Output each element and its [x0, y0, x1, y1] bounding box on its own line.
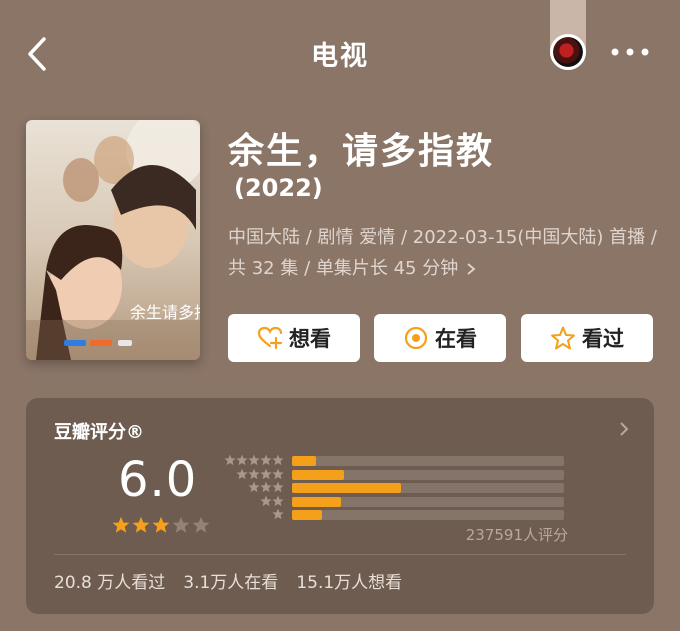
rating-bar-track [292, 496, 564, 507]
star-level-4 [224, 468, 284, 481]
star-small-icon [236, 454, 248, 466]
star-small-icon [260, 495, 272, 506]
star-small-icon [272, 468, 284, 479]
rating-bar-fill [292, 510, 322, 520]
user-avatar[interactable] [550, 34, 586, 70]
watching-count[interactable]: 3.1万人在看 [183, 568, 278, 593]
star-outline-icon [551, 326, 575, 350]
star-small-icon [248, 468, 260, 479]
star-filled-icon [112, 516, 130, 533]
want-label: 想看 [289, 327, 331, 351]
star-small-icon [260, 454, 272, 466]
rating-bar-1-star [224, 508, 568, 521]
watched-label: 看过 [582, 327, 624, 351]
rating-bar-fill [292, 456, 317, 466]
watched-count[interactable]: 20.8 万人看过 [54, 568, 165, 593]
show-meta-info[interactable]: 中国大陆 / 剧情 爱情 / 2022-03-15(中国大陆) 首播 / 共 3… [228, 222, 660, 284]
top-nav-bar: 电视 [0, 0, 680, 100]
rating-bar-fill [292, 483, 401, 493]
douban-rating-card[interactable]: 豆瓣评分® 6.0 237591人评分 20.8 万人看过 3.1万人在看 15… [26, 398, 654, 614]
star-level-3 [224, 481, 284, 494]
rating-bar-track [292, 456, 564, 466]
meta-text: 中国大陆 / 剧情 爱情 / 2022-03-15(中国大陆) 首播 / 共 3… [228, 227, 657, 279]
star-small-icon [260, 468, 272, 479]
target-circle-icon [404, 326, 428, 350]
rating-bar-3-star [224, 481, 568, 494]
rating-bar-fill [292, 469, 344, 480]
star-small-icon [248, 481, 260, 493]
divider [54, 554, 626, 555]
chevron-right-icon [620, 422, 629, 436]
rating-label: 豆瓣评分® [54, 422, 144, 443]
show-title: 余生，请多指教 [228, 131, 495, 172]
star-small-icon [272, 454, 284, 466]
star-empty-icon [172, 516, 190, 533]
rating-bar-4-star [224, 468, 568, 481]
rating-bar-track [292, 483, 564, 493]
chevron-right-icon [467, 263, 476, 275]
star-level-2 [224, 495, 284, 508]
vote-count: 237591人评分 [465, 526, 568, 544]
watched-button[interactable]: 看过 [521, 314, 653, 362]
star-small-icon [272, 481, 284, 493]
star-small-icon [236, 468, 248, 479]
watching-button[interactable]: 在看 [374, 314, 506, 362]
star-small-icon [260, 481, 272, 493]
star-small-icon [272, 495, 284, 506]
poster-title-art: 余生请多指教 [130, 303, 200, 322]
star-small-icon [248, 454, 260, 466]
rating-stars [112, 516, 210, 534]
star-level-5 [224, 454, 284, 467]
rating-bar-track [292, 510, 564, 520]
star-level-1 [224, 508, 284, 521]
rating-bar-2-star [224, 495, 568, 508]
star-empty-icon [192, 516, 210, 533]
audience-stats: 20.8 万人看过 3.1万人在看 15.1万人想看 [54, 568, 402, 593]
watching-label: 在看 [435, 327, 477, 351]
rating-score: 6.0 [118, 452, 198, 508]
star-filled-icon [132, 516, 150, 533]
star-small-icon [224, 454, 236, 466]
star-filled-icon [152, 516, 170, 533]
star-small-icon [272, 508, 284, 520]
show-year: (2022) [234, 174, 323, 202]
rating-bar-track [292, 469, 564, 480]
want-to-watch-button[interactable]: 想看 [228, 314, 360, 362]
want-count[interactable]: 15.1万人想看 [296, 568, 402, 593]
rating-bar-fill [292, 496, 341, 507]
more-options-icon[interactable] [610, 44, 650, 60]
show-poster[interactable]: 余生请多指教 [26, 120, 200, 360]
heart-plus-icon [257, 326, 283, 350]
poster-image: 余生请多指教 [26, 120, 200, 360]
rating-bar-5-star [224, 454, 568, 467]
